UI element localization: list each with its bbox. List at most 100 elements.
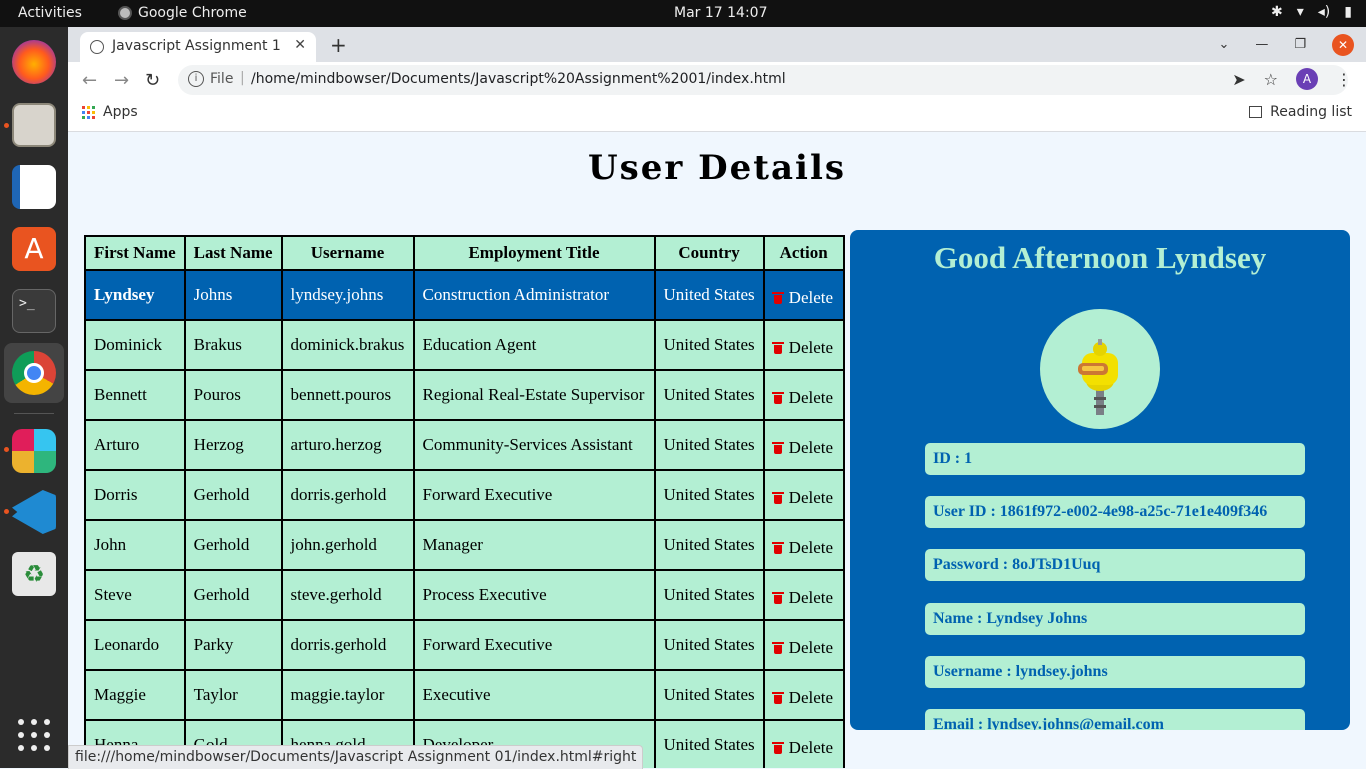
dock-separator <box>14 413 54 414</box>
table-cell-last: Brakus <box>183 319 283 371</box>
activities-button[interactable]: Activities <box>18 5 82 21</box>
close-window-button[interactable]: ✕ <box>1332 33 1354 56</box>
tab-strip: Javascript Assignment 1 ✕ + ⌄ — ❐ ✕ <box>68 27 1366 62</box>
detail-field-name: Name : Lyndsey Johns <box>925 603 1305 635</box>
restore-button[interactable]: ❐ <box>1294 37 1306 52</box>
wifi-icon: ▾ <box>1296 4 1304 20</box>
table-cell-title: Regional Real-Estate Supervisor <box>412 369 656 421</box>
table-cell-first: Maggie <box>84 669 186 721</box>
trash-icon <box>771 691 784 704</box>
delete-button[interactable]: Delete <box>771 587 834 608</box>
delete-button[interactable]: Delete <box>771 437 834 458</box>
table-cell-country: United States <box>653 569 765 621</box>
delete-button[interactable]: Delete <box>771 338 833 358</box>
reading-list-button[interactable]: Reading list <box>1249 104 1352 120</box>
table-cell-action: Delete <box>762 319 845 371</box>
trash-icon <box>771 341 784 354</box>
send-icon[interactable]: ➤ <box>1232 70 1245 89</box>
apps-grid-icon <box>82 105 95 119</box>
table-cell-last: Gerhold <box>183 519 283 571</box>
url-scheme-label: File <box>210 71 234 87</box>
dock: A >_ ♻ <box>0 27 68 768</box>
delete-button[interactable]: Delete <box>771 288 833 308</box>
app-center-icon[interactable]: A <box>12 227 56 271</box>
delete-label: Delete <box>788 737 834 757</box>
delete-label: Delete <box>788 587 834 607</box>
table-row[interactable]: Maggie Taylor maggie.taylor Executive United… <box>84 669 845 721</box>
delete-label: Delete <box>788 437 834 457</box>
toolbar-actions: ➤ ☆ A ⋮ <box>1232 68 1352 90</box>
table-header-row: First Name Last Name Username Employment… <box>84 235 845 271</box>
chrome-icon[interactable] <box>12 351 56 395</box>
table-cell-action: Delete <box>762 419 845 471</box>
table-cell-country: United States <box>653 419 765 471</box>
trash-icon <box>771 491 784 504</box>
bookmarks-bar: Apps Reading list <box>68 98 1366 132</box>
delete-button[interactable]: Delete <box>771 737 834 758</box>
omnibox-divider: | <box>240 70 245 86</box>
table-cell-title: Education Agent <box>412 319 656 371</box>
close-tab-icon[interactable]: ✕ <box>294 37 306 53</box>
tab-javascript-assignment[interactable]: Javascript Assignment 1 ✕ <box>80 32 316 62</box>
delete-button[interactable]: Delete <box>771 688 833 708</box>
page-title: User Details <box>588 148 846 188</box>
new-tab-button[interactable]: + <box>330 33 347 57</box>
table-cell-username: lyndsey.johns <box>280 269 415 321</box>
apps-label: Apps <box>103 104 138 120</box>
table-cell-action: Delete <box>762 369 845 421</box>
app-menu[interactable]: Google Chrome <box>118 5 247 21</box>
delete-label: Delete <box>788 487 834 507</box>
window-controls: ⌄ — ❐ ✕ <box>1218 27 1366 62</box>
table-row[interactable]: Arturo Herzog arturo.herzog Community-Servi… <box>84 419 845 471</box>
clock[interactable]: Mar 17 14:07 <box>674 5 767 21</box>
site-info-icon[interactable]: i <box>188 71 204 87</box>
address-bar[interactable]: i File | /home/mindbowser/Documents/Java… <box>178 65 1348 95</box>
bookmark-star-icon[interactable]: ☆ <box>1264 70 1278 89</box>
table-cell-action: Delete <box>762 269 845 321</box>
reading-list-icon <box>1249 106 1263 118</box>
terminal-icon[interactable]: >_ <box>12 289 56 333</box>
system-tray[interactable]: ✱ ▾ ◂) ▮ <box>1271 4 1352 20</box>
table-cell-username: dorris.gerhold <box>280 619 415 671</box>
table-row[interactable]: Steve Gerhold steve.gerhold Process Executi… <box>84 569 845 621</box>
trash-icon <box>771 591 784 604</box>
url-text[interactable]: /home/mindbowser/Documents/Javascript%20… <box>251 71 786 87</box>
slack-icon[interactable] <box>12 429 56 473</box>
back-button[interactable]: ← <box>82 70 97 91</box>
show-applications-icon[interactable] <box>18 719 50 751</box>
detail-field-password: Password : 8oJTsD1Uuq <box>925 549 1305 581</box>
table-row[interactable]: John Gerhold john.gerhold Manager United Sta… <box>84 519 845 571</box>
minimize-button[interactable]: — <box>1255 37 1268 52</box>
profile-avatar[interactable]: A <box>1296 68 1318 90</box>
table-cell-action: Delete <box>762 569 845 621</box>
forward-button[interactable]: → <box>114 70 129 91</box>
more-menu-icon[interactable]: ⋮ <box>1336 70 1352 89</box>
table-cell-title: Process Executive <box>412 569 656 621</box>
table-cell-first: Steve <box>84 569 186 621</box>
globe-icon <box>90 40 104 54</box>
table-row[interactable]: Dominick Brakus dominick.brakus Education A… <box>84 319 845 371</box>
table-cell-username: dorris.gerhold <box>280 469 415 521</box>
table-cell-action: Delete <box>762 519 845 571</box>
vscode-icon[interactable] <box>12 490 56 534</box>
table-row[interactable]: Leonardo Parky dorris.gerhold Forward Execu… <box>84 619 845 671</box>
table-row[interactable]: Dorris Gerhold dorris.gerhold Forward Execu… <box>84 469 845 521</box>
table-cell-username: john.gerhold <box>280 519 415 571</box>
files-icon[interactable] <box>12 103 56 147</box>
writer-icon[interactable] <box>12 165 56 209</box>
trash-icon[interactable]: ♻ <box>12 552 56 596</box>
firefox-icon[interactable] <box>12 40 56 84</box>
table-cell-country: United States <box>653 469 765 521</box>
apps-shortcut[interactable]: Apps <box>82 104 138 120</box>
table-cell-last: Herzog <box>183 419 283 471</box>
reload-button[interactable]: ↻ <box>145 70 160 91</box>
delete-button[interactable]: Delete <box>771 538 833 558</box>
delete-button[interactable]: Delete <box>771 638 833 658</box>
tab-search-chevron-icon[interactable]: ⌄ <box>1218 37 1229 52</box>
table-row[interactable]: Bennett Pouros bennett.pouros Regional Real… <box>84 369 845 421</box>
table-cell-first: Leonardo <box>84 619 186 671</box>
delete-button[interactable]: Delete <box>771 487 834 508</box>
table-row[interactable]: Lyndsey Johns lyndsey.johns Construction Ad… <box>84 269 845 321</box>
slack-tray-icon: ✱ <box>1271 4 1283 20</box>
delete-button[interactable]: Delete <box>771 388 833 408</box>
